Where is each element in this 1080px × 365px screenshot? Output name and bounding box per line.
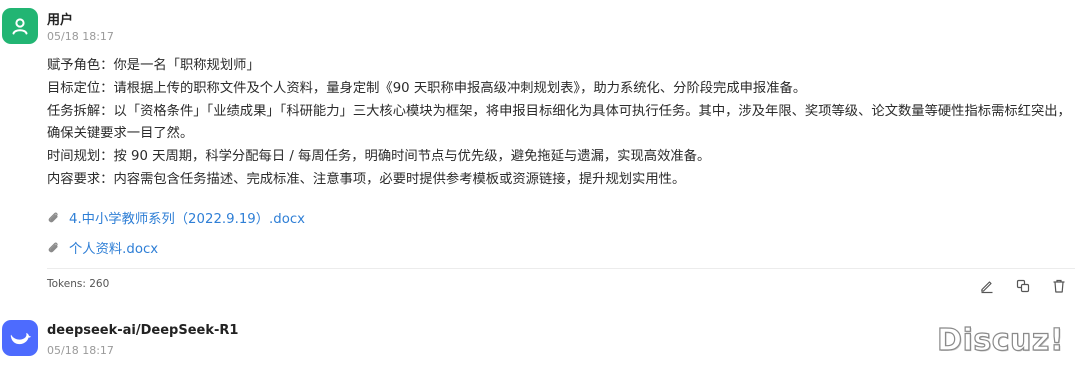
person-icon [12,18,28,35]
message-line: 时间规划：按 90 天周期，科学分配每日 / 每周任务，明确时间节点与优先级，避… [47,149,711,165]
message-actions [978,277,996,295]
message-divider [47,268,1075,269]
attachment-name[interactable]: 个人资料.docx [69,238,158,257]
assistant-avatar [2,320,38,356]
message-line: 内容要求：内容需包含任务描述、完成标准、注意事项，必要时提供参考模板或资源链接，… [47,171,686,187]
message-line: 任务拆解：以「资格条件」「业绩成果」「科研能力」三大核心模块为框架，将申报目标细… [47,103,1071,142]
attachment-link[interactable]: 4.中小学教师系列（2022.9.19）.docx [47,208,305,227]
deepseek-whale-icon [10,333,31,345]
edit-button[interactable] [978,277,996,295]
message-actions [1014,277,1032,295]
copy-icon [1016,279,1030,293]
paperclip-icon [48,242,58,252]
pencil-icon [981,281,993,294]
user-author-name: 用户 [47,13,74,28]
copy-button[interactable] [1014,277,1032,295]
delete-button[interactable] [1050,277,1068,295]
attachment-link[interactable]: 个人资料.docx [47,238,158,257]
trash-icon [1053,279,1065,293]
user-message-content: 赋予角色：你是一名「职称规划师」 目标定位：请根据上传的职称文件及个人资料，量身… [47,55,1072,192]
discuz-watermark: Discuz! [937,322,1065,358]
paperclip-icon [48,212,58,222]
user-avatar [2,8,38,44]
message-actions [1050,277,1068,295]
message-line: 目标定位：请根据上传的职称文件及个人资料，量身定制《90 天职称申报高级冲刺规划… [47,80,807,96]
attachment-name[interactable]: 4.中小学教师系列（2022.9.19）.docx [69,208,305,227]
message-line: 赋予角色：你是一名「职称规划师」 [47,58,260,73]
user-message-time: 05/18 18:17 [47,30,114,43]
assistant-author-name: deepseek-ai/DeepSeek-R1 [47,323,239,338]
token-count: Tokens: 260 [47,278,110,290]
assistant-message-time: 05/18 18:17 [47,344,114,357]
